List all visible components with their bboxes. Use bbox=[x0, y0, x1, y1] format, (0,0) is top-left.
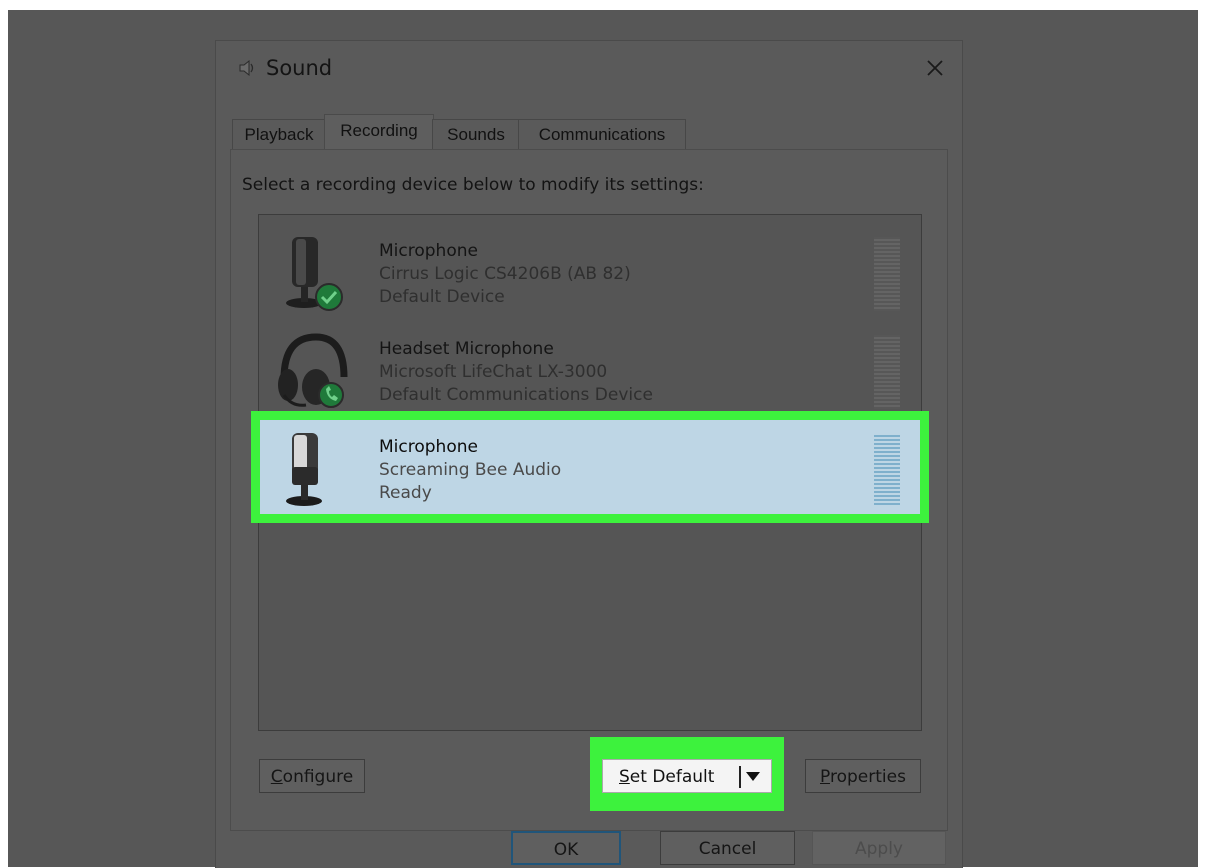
close-icon[interactable] bbox=[918, 51, 952, 85]
device-detail: Microsoft LifeChat LX-3000 bbox=[379, 362, 608, 382]
device-detail: Cirrus Logic CS4206B (AB 82) bbox=[379, 264, 631, 284]
ok-button[interactable]: OK bbox=[511, 831, 621, 865]
tab-communications[interactable]: Communications bbox=[518, 119, 686, 150]
apply-button[interactable]: Apply bbox=[812, 831, 946, 865]
instruction-text: Select a recording device below to modif… bbox=[242, 175, 704, 195]
device-item-selected[interactable]: Microphone Screaming Bee Audio Ready bbox=[251, 411, 929, 523]
window-title: Sound bbox=[266, 56, 333, 80]
level-meter bbox=[874, 237, 900, 311]
device-item[interactable]: Microphone Cirrus Logic CS4206B (AB 82) … bbox=[259, 223, 921, 319]
level-meter bbox=[874, 433, 900, 507]
device-status: Default Device bbox=[379, 287, 505, 307]
title-bar: Sound bbox=[216, 41, 962, 99]
level-meter bbox=[874, 335, 900, 409]
configure-button[interactable]: Configure bbox=[259, 759, 365, 793]
phone-badge-icon bbox=[318, 382, 344, 408]
cancel-button[interactable]: Cancel bbox=[660, 831, 795, 865]
chevron-down-icon[interactable] bbox=[746, 772, 760, 782]
device-item[interactable]: Headset Microphone Microsoft LifeChat LX… bbox=[259, 321, 921, 417]
microphone-icon bbox=[286, 433, 322, 506]
device-detail: Screaming Bee Audio bbox=[379, 460, 562, 480]
check-badge-icon bbox=[315, 283, 343, 311]
speaker-icon bbox=[239, 59, 254, 77]
device-name: Microphone bbox=[379, 437, 478, 457]
split-separator bbox=[739, 766, 741, 788]
properties-button[interactable]: Properties bbox=[805, 759, 921, 793]
tab-playback[interactable]: Playback bbox=[232, 119, 326, 150]
set-default-button[interactable]: Set Default bbox=[602, 759, 772, 793]
microphone-icon bbox=[286, 237, 343, 311]
recording-device-list: Microphone Cirrus Logic CS4206B (AB 82) … bbox=[251, 214, 929, 731]
device-status: Ready bbox=[379, 483, 432, 503]
device-name: Headset Microphone bbox=[379, 339, 554, 359]
tab-sounds[interactable]: Sounds bbox=[432, 119, 520, 150]
device-name: Microphone bbox=[379, 241, 478, 261]
tab-recording[interactable]: Recording bbox=[324, 114, 434, 151]
sound-dialog: Sound Playback Recording Sounds Communic… bbox=[215, 40, 963, 868]
device-status: Default Communications Device bbox=[379, 385, 653, 405]
headset-icon bbox=[278, 333, 348, 408]
